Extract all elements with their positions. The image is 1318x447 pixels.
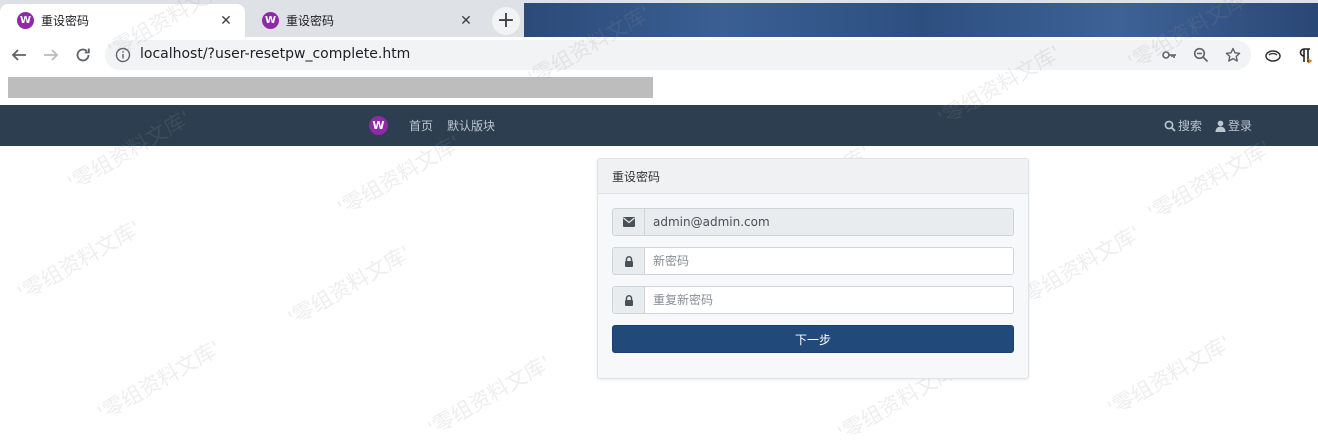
extension-icon[interactable]: [1264, 46, 1282, 64]
reset-password-card: 重设密码 下一步: [597, 158, 1029, 379]
nav-link-home[interactable]: 首页: [409, 117, 433, 134]
arrow-right-icon: [44, 49, 59, 61]
url-text[interactable]: localhost/?user-resetpw_complete.htm: [140, 46, 410, 62]
site-navbar: W 首页 默认版块 搜索 登录: [0, 105, 1318, 146]
redaction-block: [8, 77, 653, 98]
tab-close-icon[interactable]: ✕: [217, 12, 235, 30]
repeat-password-field[interactable]: [645, 287, 1013, 313]
arrow-left-icon: [11, 49, 26, 61]
email-field[interactable]: [645, 209, 1013, 235]
bookmark-star-icon[interactable]: [1224, 46, 1242, 64]
pilcrow-extension-icon[interactable]: [1296, 46, 1314, 64]
login-label: 登录: [1228, 119, 1253, 133]
browser-tab-active[interactable]: W 重设密码 ✕: [0, 4, 245, 37]
tab-title: 重设密码: [41, 14, 90, 28]
next-step-button[interactable]: 下一步: [612, 325, 1014, 353]
nav-link-default-forum[interactable]: 默认版块: [447, 117, 495, 134]
reload-button[interactable]: [71, 43, 95, 67]
search-icon: [1164, 120, 1176, 132]
watermark-text: '零组资料文库': [13, 216, 145, 306]
new-password-input-group: [612, 247, 1014, 275]
window-background: [524, 3, 1318, 37]
browser-toolbar: localhost/?user-resetpw_complete.htm: [0, 37, 1318, 73]
new-tab-button[interactable]: +: [492, 7, 520, 35]
user-icon: [1215, 120, 1226, 132]
address-bar[interactable]: localhost/?user-resetpw_complete.htm: [105, 40, 1251, 70]
watermark-text: '零组资料文库': [283, 241, 415, 331]
email-input-group: [612, 208, 1014, 236]
browser-tab-inactive[interactable]: W 重设密码 ✕: [245, 4, 485, 37]
new-password-field[interactable]: [645, 248, 1013, 274]
watermark-text: '零组资料文库': [1013, 221, 1145, 311]
watermark-text: '零组资料文库': [93, 336, 225, 426]
login-link[interactable]: 登录: [1215, 117, 1252, 134]
tab-title: 重设密码: [286, 14, 335, 28]
lock-icon: [613, 287, 645, 313]
watermark-text: '零组资料文库': [1143, 136, 1275, 226]
info-icon[interactable]: [115, 47, 131, 63]
search-link[interactable]: 搜索: [1164, 117, 1202, 134]
watermark-text: '零组资料文库': [423, 351, 555, 441]
back-button[interactable]: [7, 43, 31, 67]
tab-close-icon[interactable]: ✕: [457, 12, 475, 30]
site-logo-icon[interactable]: W: [369, 116, 388, 135]
watermark-text: '零组资料文库': [1103, 331, 1235, 421]
forward-button[interactable]: [39, 43, 63, 67]
lock-icon: [613, 248, 645, 274]
zoom-out-icon[interactable]: [1192, 46, 1210, 64]
browser-tab-strip: W 重设密码 ✕ W 重设密码 ✕ +: [0, 0, 1318, 37]
redacted-area: [0, 73, 1318, 105]
key-icon[interactable]: [1160, 46, 1178, 64]
site-favicon-icon: W: [262, 12, 279, 29]
search-label: 搜索: [1178, 119, 1203, 133]
repeat-password-input-group: [612, 286, 1014, 314]
reload-icon: [76, 48, 90, 62]
card-title: 重设密码: [598, 159, 1028, 194]
envelope-icon: [613, 209, 645, 235]
site-favicon-icon: W: [17, 12, 34, 29]
